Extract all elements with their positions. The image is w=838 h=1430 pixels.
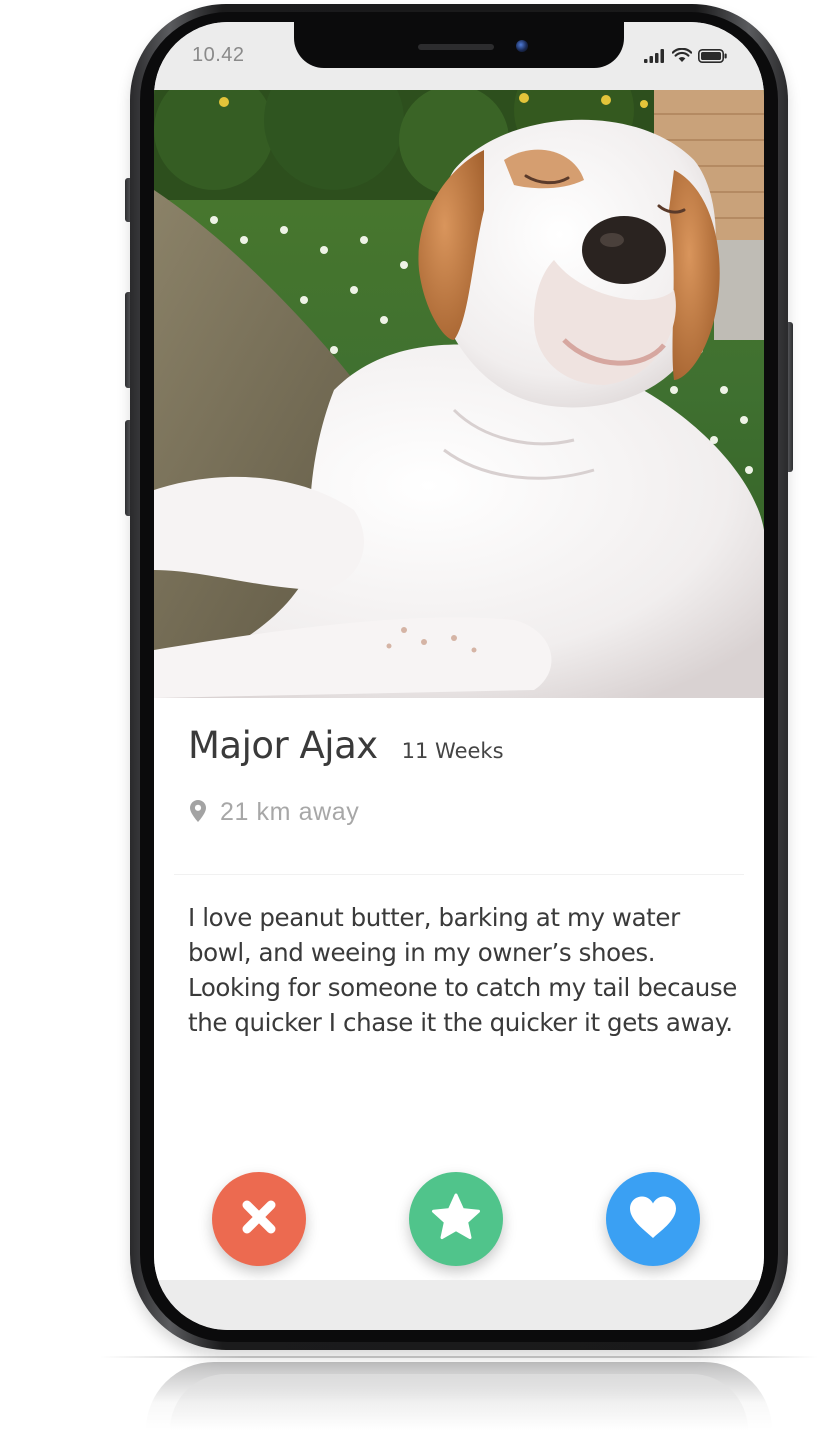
like-button[interactable] xyxy=(606,1172,700,1266)
phone-reflection-highlight xyxy=(170,1374,748,1430)
close-icon xyxy=(238,1196,280,1242)
puppy-photo-illustration xyxy=(154,90,764,698)
status-time: 10.42 xyxy=(192,44,245,66)
status-icons xyxy=(644,47,728,67)
super-like-button[interactable] xyxy=(409,1172,503,1266)
profile-age: 11 Weeks xyxy=(401,739,504,763)
notch xyxy=(294,22,624,68)
floor-line xyxy=(100,1356,818,1358)
profile-card: Major Ajax 11 Weeks 21 km away I love pe… xyxy=(154,698,764,1280)
star-icon xyxy=(430,1192,482,1246)
profile-distance: 21 km away xyxy=(220,798,360,826)
nope-button[interactable] xyxy=(212,1172,306,1266)
profile-name: Major Ajax xyxy=(188,724,378,767)
profile-photo[interactable] xyxy=(154,90,764,698)
distance-row: 21 km away xyxy=(190,798,359,827)
wifi-icon xyxy=(671,47,693,67)
profile-bio: I love peanut butter, barking at my wate… xyxy=(188,900,748,1040)
location-pin-icon xyxy=(190,799,206,826)
heart-icon xyxy=(627,1194,679,1244)
bottom-bar xyxy=(154,1280,764,1330)
earpiece-speaker xyxy=(418,44,494,50)
name-row: Major Ajax 11 Weeks xyxy=(188,724,504,767)
phone-screen: 10.42 Major Ajax 11 Weeks 21 km away I l… xyxy=(154,22,764,1330)
battery-icon xyxy=(698,48,728,67)
bio-paragraph: Looking for someone to catch my tail bec… xyxy=(188,973,737,1037)
mockup-stage: 10.42 Major Ajax 11 Weeks 21 km away I l… xyxy=(0,0,838,1430)
cellular-signal-icon xyxy=(644,48,666,67)
section-divider xyxy=(174,874,744,875)
front-camera xyxy=(516,40,528,52)
bio-paragraph: I love peanut butter, barking at my wate… xyxy=(188,903,680,967)
action-buttons xyxy=(154,1152,764,1266)
